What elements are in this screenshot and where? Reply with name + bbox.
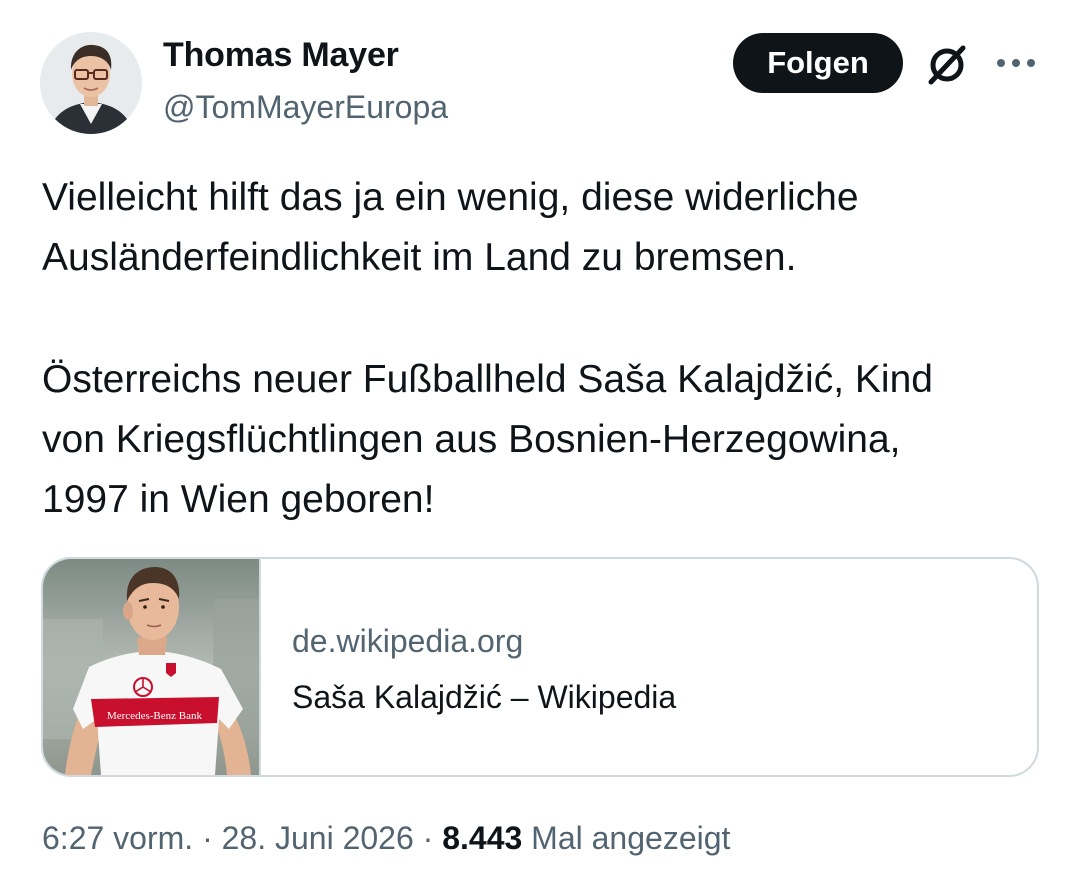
tweet-text: Vielleicht hilft das ja ein wenig, diese…	[42, 168, 1042, 530]
card-title: Saša Kalajdžić – Wikipedia	[292, 679, 677, 715]
tweet-meta: 6:27 vorm. · 28. Juni 2026 · 8.443 Mal a…	[42, 820, 730, 857]
tweet-time[interactable]: 6:27 vorm.	[42, 820, 193, 856]
tweet-text-line: Ausländerfeindlichkeit im Land zu bremse…	[42, 236, 797, 279]
meta-separator: ·	[202, 820, 213, 856]
follow-button[interactable]: Folgen	[733, 33, 903, 93]
avatar[interactable]	[40, 32, 142, 134]
link-preview-card[interactable]: Mercedes-Benz Bank de.wikipedia.org Saša…	[41, 557, 1039, 777]
tweet-text-line: Vielleicht hilft das ja ein wenig, diese…	[42, 176, 859, 219]
tweet: Thomas Mayer @TomMayerEuropa Folgen Viel…	[0, 0, 1080, 882]
slashed-circle-icon[interactable]	[921, 38, 973, 90]
profile-photo	[40, 32, 142, 134]
card-domain: de.wikipedia.org	[292, 623, 524, 659]
card-thumbnail: Mercedes-Benz Bank	[43, 559, 261, 775]
views-label: Mal angezeigt	[531, 820, 731, 856]
tweet-date[interactable]: 28. Juni 2026	[222, 820, 414, 856]
tweet-text-line: 1997 in Wien geboren!	[42, 478, 435, 521]
author-name[interactable]: Thomas Mayer	[163, 36, 399, 75]
views-count: 8.443	[442, 820, 523, 856]
tweet-text-line: von Kriegsflüchtlingen aus Bosnien-Herze…	[42, 418, 901, 461]
meta-separator: ·	[422, 820, 434, 856]
more-dots-icon[interactable]	[993, 50, 1039, 76]
author-handle[interactable]: @TomMayerEuropa	[163, 89, 448, 126]
tweet-text-line: Österreichs neuer Fußballheld Saša Kalaj…	[42, 358, 933, 401]
jersey-sponsor-text: Mercedes-Benz Bank	[107, 710, 202, 722]
